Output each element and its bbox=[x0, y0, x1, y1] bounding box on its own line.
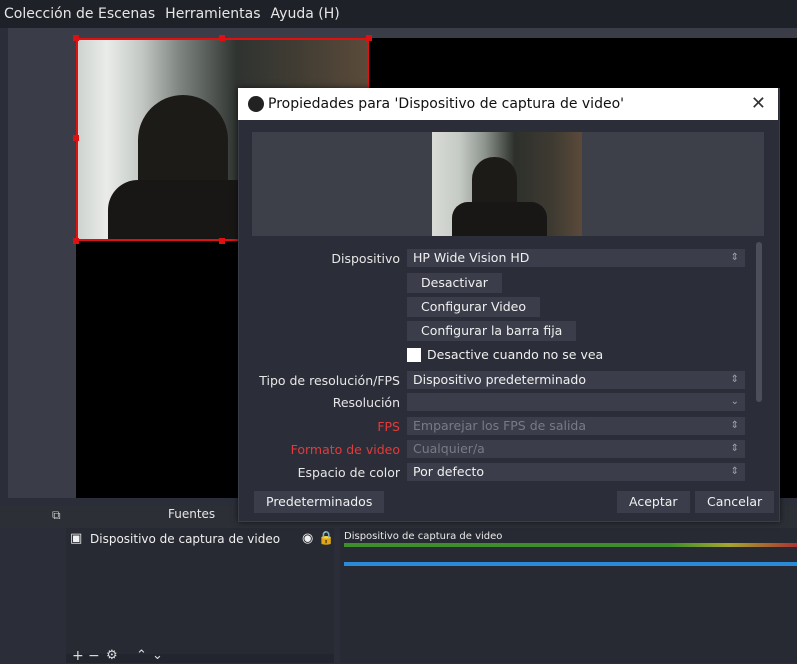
cancelar-button[interactable]: Cancelar bbox=[695, 491, 775, 513]
fps-label: FPS bbox=[377, 419, 400, 434]
source-list-item[interactable]: ▣ Dispositivo de captura de video ◉ 🔒 bbox=[66, 530, 334, 548]
dialog-titlebar: Propiedades para 'Dispositivo de captura… bbox=[238, 88, 778, 120]
menu-item-ayuda[interactable]: Ayuda (H) bbox=[271, 6, 340, 22]
resolucion-label: Resolución bbox=[332, 395, 400, 410]
scenes-panel bbox=[8, 528, 65, 663]
volume-slider[interactable] bbox=[344, 562, 797, 566]
gear-icon[interactable]: ⚙ bbox=[106, 648, 118, 663]
dispositivo-select[interactable]: HP Wide Vision HD ⇕ bbox=[407, 249, 745, 267]
fps-value: Emparejar los FPS de salida bbox=[413, 418, 587, 433]
up-icon[interactable]: ⌃ bbox=[136, 648, 147, 663]
tipo-resolucion-select[interactable]: Dispositivo predeterminado ⇕ bbox=[407, 371, 745, 389]
chevron-down-icon: ⌄ bbox=[730, 396, 739, 407]
espacio-color-value: Por defecto bbox=[413, 464, 484, 479]
obs-logo-icon bbox=[248, 96, 264, 112]
dock-float-icon[interactable]: ⧉ bbox=[52, 508, 61, 523]
predeterminados-button[interactable]: Predeterminados bbox=[254, 491, 385, 513]
resize-handle[interactable] bbox=[219, 238, 225, 244]
eye-icon[interactable]: ◉ bbox=[302, 531, 313, 546]
updown-icon: ⇕ bbox=[730, 420, 739, 431]
configurar-barra-button[interactable]: Configurar la barra fija bbox=[407, 321, 577, 341]
fps-select[interactable]: Emparejar los FPS de salida ⇕ bbox=[407, 417, 745, 435]
audio-mixer bbox=[340, 528, 797, 663]
resolucion-select[interactable]: ⌄ bbox=[407, 393, 745, 411]
dialog-scrollbar[interactable] bbox=[756, 242, 762, 402]
updown-icon: ⇕ bbox=[730, 374, 739, 385]
desactive-label: Desactive cuando no se vea bbox=[427, 347, 604, 362]
lock-icon[interactable]: 🔒 bbox=[318, 531, 334, 546]
add-icon[interactable]: + bbox=[72, 648, 84, 664]
resize-handle[interactable] bbox=[73, 238, 79, 244]
camera-icon: ▣ bbox=[70, 531, 83, 546]
tipo-resolucion-value: Dispositivo predeterminado bbox=[413, 372, 587, 387]
close-icon[interactable]: ✕ bbox=[751, 93, 766, 114]
formato-label: Formato de video bbox=[290, 442, 400, 457]
updown-icon: ⇕ bbox=[730, 443, 739, 454]
resize-handle[interactable] bbox=[73, 135, 79, 141]
configurar-video-button[interactable]: Configurar Video bbox=[407, 297, 540, 317]
updown-icon: ⇕ bbox=[730, 252, 739, 263]
fuentes-title: Fuentes bbox=[168, 507, 216, 521]
remove-icon[interactable]: − bbox=[88, 648, 100, 664]
formato-value: Cualquier/a bbox=[413, 441, 485, 456]
updown-icon: ⇕ bbox=[730, 466, 739, 477]
desactive-checkbox[interactable] bbox=[407, 348, 421, 362]
menu-bar: Colección de Escenas Herramientas Ayuda … bbox=[0, 0, 797, 28]
resize-handle[interactable] bbox=[219, 35, 225, 41]
formato-select[interactable]: Cualquier/a ⇕ bbox=[407, 440, 745, 458]
source-item-label: Dispositivo de captura de video bbox=[90, 532, 281, 546]
mixer-source-label: Dispositivo de captura de video bbox=[344, 531, 503, 542]
espacio-color-select[interactable]: Por defecto ⇕ bbox=[407, 463, 745, 481]
dispositivo-value: HP Wide Vision HD bbox=[413, 250, 530, 265]
aceptar-button[interactable]: Aceptar bbox=[617, 491, 690, 513]
menu-item-herramientas[interactable]: Herramientas bbox=[165, 6, 260, 22]
espacio-color-label: Espacio de color bbox=[297, 465, 400, 480]
down-icon[interactable]: ⌄ bbox=[152, 648, 163, 663]
camera-preview-image bbox=[432, 132, 582, 236]
dispositivo-label: Dispositivo bbox=[331, 251, 400, 266]
menu-item-escenas[interactable]: Colección de Escenas bbox=[4, 6, 155, 22]
resize-handle[interactable] bbox=[73, 35, 79, 41]
desactivar-button[interactable]: Desactivar bbox=[407, 273, 502, 293]
resize-handle[interactable] bbox=[366, 35, 372, 41]
dialog-title: Propiedades para 'Dispositivo de captura… bbox=[268, 96, 624, 112]
tipo-resolucion-label: Tipo de resolución/FPS bbox=[259, 373, 400, 388]
volume-meter bbox=[344, 543, 797, 547]
